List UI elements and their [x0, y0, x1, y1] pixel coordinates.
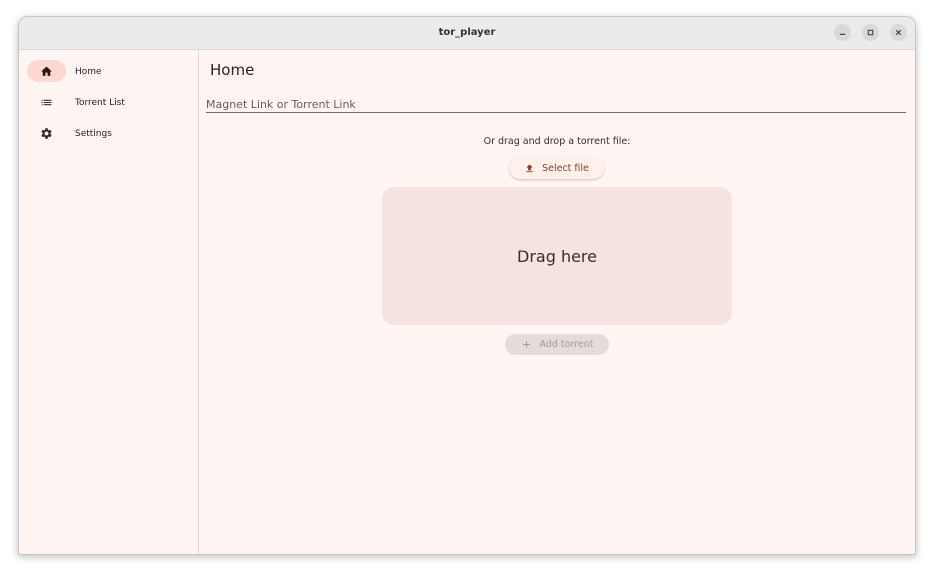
sidebar-item-torrent-list[interactable]: Torrent List: [19, 91, 198, 115]
gear-icon: [41, 127, 52, 139]
page-title: Home: [210, 61, 255, 79]
select-file-button[interactable]: Select file: [509, 157, 604, 179]
select-file-label: Select file: [542, 162, 589, 174]
home-icon: [41, 66, 52, 76]
sidebar-item-home[interactable]: Home: [19, 60, 198, 84]
sidebar-item-label: Settings: [75, 129, 112, 139]
plus-icon: [522, 341, 530, 348]
home-icon-container: [27, 60, 66, 82]
gear-icon-container: [27, 122, 66, 144]
minimize-button[interactable]: [834, 24, 851, 41]
upload-icon: [526, 163, 533, 172]
maximize-icon: [867, 29, 874, 36]
add-torrent-button[interactable]: Add torrent: [505, 334, 609, 355]
app-window: tor_player Home Torrent List Settings Ho…: [18, 16, 916, 555]
window-title: tor_player: [438, 27, 496, 38]
magnet-link-input[interactable]: [206, 96, 906, 113]
add-torrent-label: Add torrent: [539, 339, 594, 350]
list-icon-container: [27, 91, 66, 113]
drag-drop-instructions: Or drag and drop a torrent file:: [483, 136, 631, 147]
close-icon: [895, 29, 902, 36]
sidebar-item-label: Home: [75, 67, 102, 77]
title-bar[interactable]: tor_player: [19, 17, 915, 50]
list-icon: [41, 99, 52, 105]
sidebar-item-label: Torrent List: [75, 98, 125, 108]
main-content: Home Or drag and drop a torrent file: Se…: [199, 50, 915, 554]
close-button[interactable]: [890, 24, 907, 41]
minimize-icon: [839, 33, 846, 35]
navigation-sidebar: Home Torrent List Settings: [19, 50, 199, 554]
drop-zone-label: Drag here: [517, 246, 597, 266]
maximize-button[interactable]: [862, 24, 879, 41]
sidebar-item-settings[interactable]: Settings: [19, 122, 198, 146]
drop-zone[interactable]: Drag here: [382, 187, 732, 325]
